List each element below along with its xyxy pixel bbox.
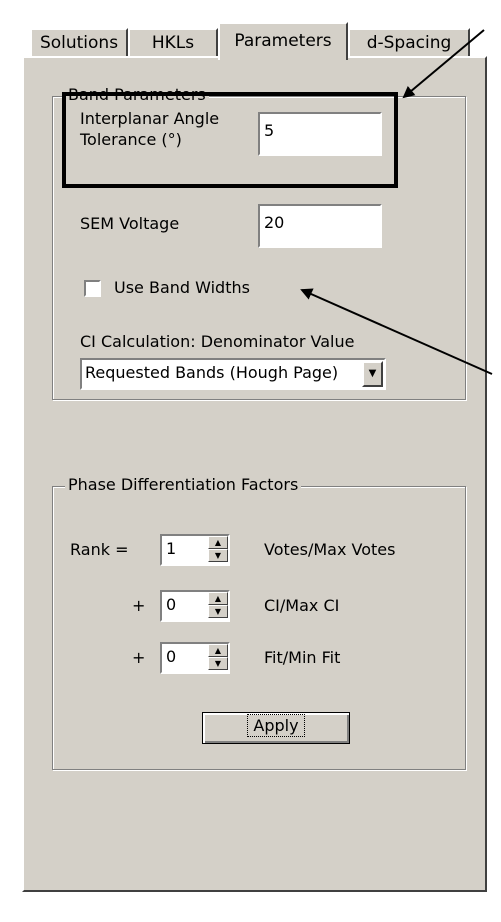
phase-differentiation-title: Phase Differentiation Factors — [65, 475, 302, 494]
tab-parameters[interactable]: Parameters — [218, 22, 348, 60]
spin-down-icon[interactable]: ▼ — [208, 605, 228, 618]
ci-spin-buttons[interactable]: ▲ ▼ — [208, 592, 228, 618]
page: { "tabs": [ {"label": "Solutions"}, {"la… — [0, 0, 501, 922]
ci-max-ci-label: CI/Max CI — [264, 596, 340, 615]
apply-button-label: Apply — [247, 714, 305, 737]
ci-spinner[interactable]: 0 ▲ ▼ — [160, 590, 230, 622]
fit-spinner[interactable]: 0 ▲ ▼ — [160, 642, 230, 674]
votes-spin-buttons[interactable]: ▲ ▼ — [208, 536, 228, 562]
spin-up-icon[interactable]: ▲ — [208, 536, 228, 549]
plus-sign-fit: + — [132, 648, 146, 667]
spin-up-icon[interactable]: ▲ — [208, 644, 228, 657]
fit-min-fit-label: Fit/Min Fit — [264, 648, 341, 667]
tab-solutions[interactable]: Solutions — [30, 28, 128, 58]
rank-label: Rank = — [70, 540, 129, 559]
fit-spin-buttons[interactable]: ▲ ▼ — [208, 644, 228, 670]
chevron-down-icon[interactable]: ▼ — [362, 361, 383, 387]
sem-voltage-label: SEM Voltage — [80, 214, 180, 233]
ci-calculation-label: CI Calculation: Denominator Value — [80, 332, 355, 351]
apply-button[interactable]: Apply — [202, 712, 350, 744]
ci-denominator-select[interactable]: Requested Bands (Hough Page) ▼ — [80, 358, 386, 390]
spin-up-icon[interactable]: ▲ — [208, 592, 228, 605]
plus-sign-ci: + — [132, 596, 146, 615]
sem-voltage-input[interactable]: 20 — [258, 204, 382, 248]
ci-denominator-selected: Requested Bands (Hough Page) — [85, 363, 339, 382]
tab-hkls[interactable]: HKLs — [128, 28, 218, 58]
spin-down-icon[interactable]: ▼ — [208, 549, 228, 562]
spin-down-icon[interactable]: ▼ — [208, 657, 228, 670]
use-band-widths-label[interactable]: Use Band Widths — [114, 278, 250, 297]
tab-d-spacing[interactable]: d-Spacing — [348, 28, 470, 58]
votes-max-votes-label: Votes/Max Votes — [264, 540, 396, 559]
use-band-widths-checkbox[interactable] — [84, 280, 101, 297]
callout-highlight-box — [62, 92, 398, 188]
votes-spinner[interactable]: 1 ▲ ▼ — [160, 534, 230, 566]
